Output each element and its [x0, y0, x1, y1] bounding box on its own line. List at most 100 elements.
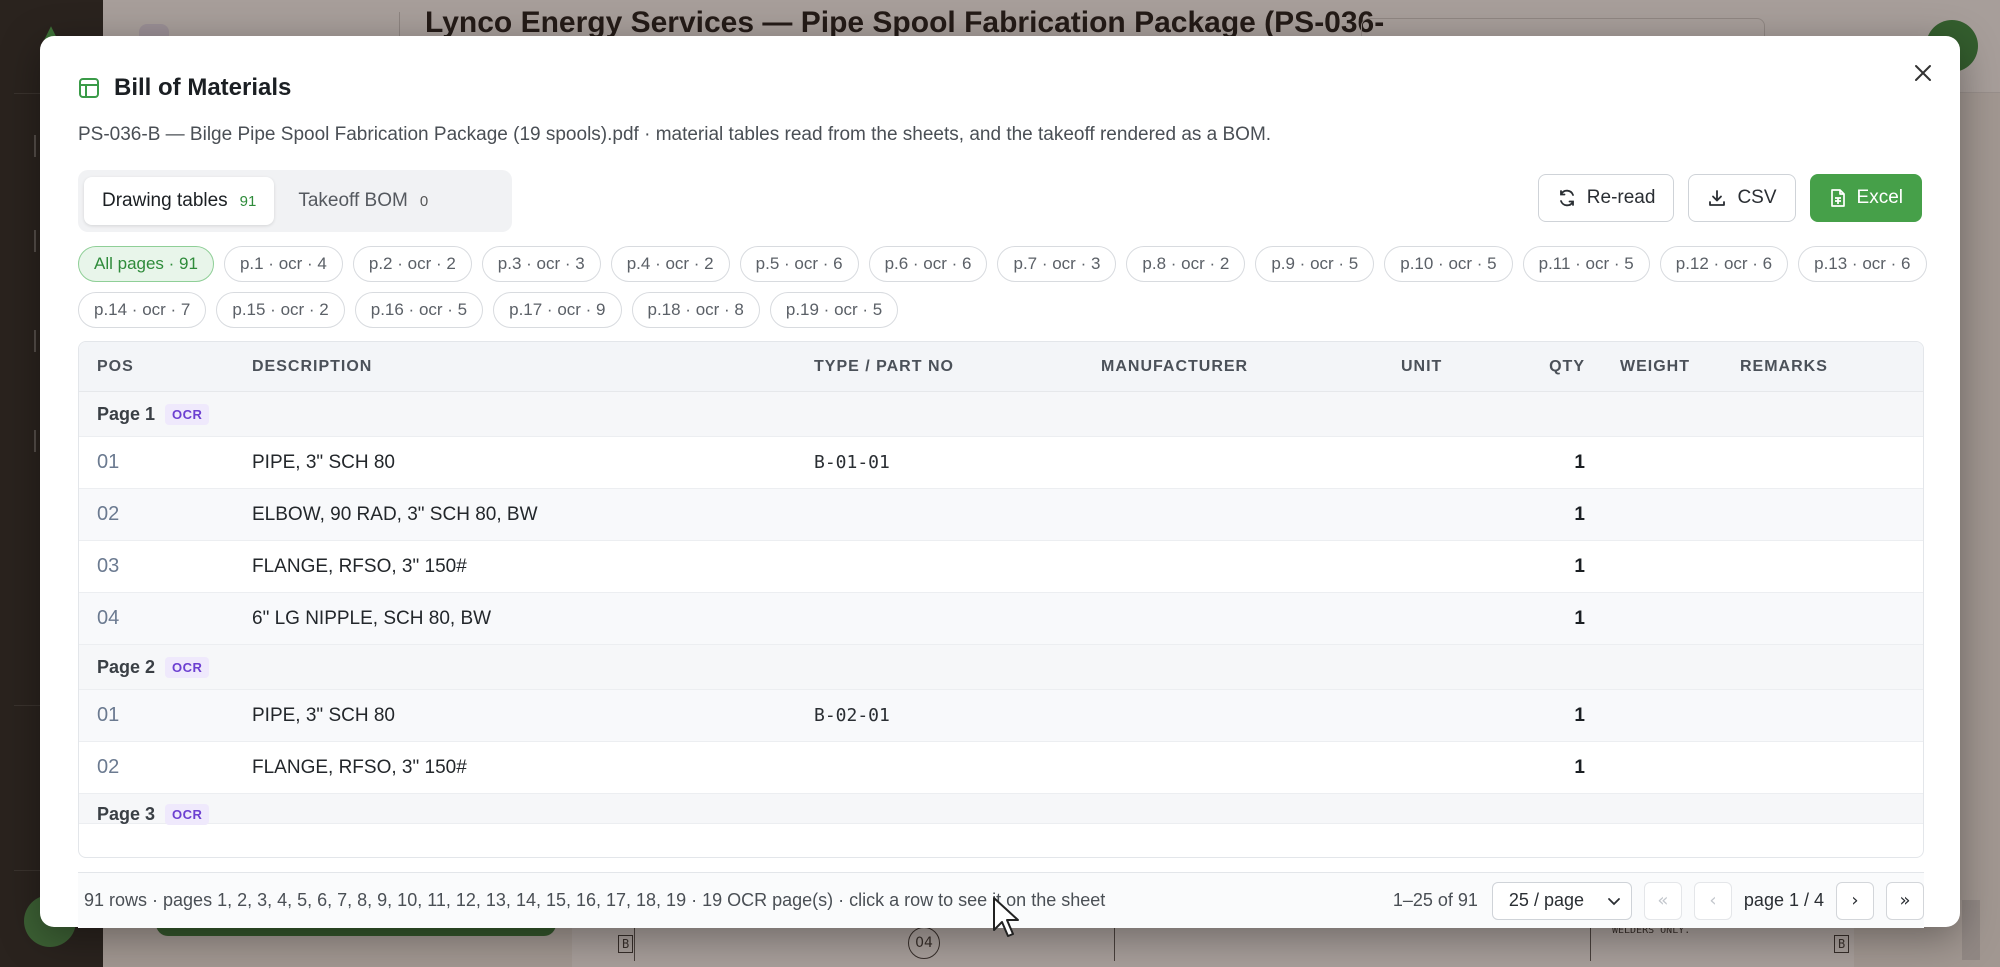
action-buttons: Re-read CSV Excel	[1537, 174, 1922, 222]
chip-page[interactable]: p.13 · ocr · 6	[1798, 246, 1927, 282]
table-row[interactable]: 03 FLANGE, RFSO, 3" 150# 1	[79, 541, 1923, 593]
row-range: 1–25 of 91	[1392, 890, 1478, 910]
next-page-button[interactable]: ›	[1836, 881, 1874, 920]
cell-qty: 1	[1574, 704, 1585, 726]
csv-label: CSV	[1737, 187, 1777, 208]
cell-pos: 02	[97, 503, 120, 525]
table-row[interactable]: 02 FLANGE, RFSO, 3" 150# 1	[79, 742, 1923, 794]
column-header-weight[interactable]: WEIGHT	[1620, 358, 1690, 376]
table-icon	[79, 78, 99, 98]
prev-page-button[interactable]: ‹	[1693, 881, 1732, 920]
chip-page[interactable]: p.4 · ocr · 2	[610, 246, 730, 282]
group-title: Page 3	[97, 804, 156, 824]
chip-page[interactable]: p.5 · ocr · 6	[739, 246, 859, 282]
chip-page[interactable]: p.1 · ocr · 4	[223, 246, 343, 282]
tab-count-badge: 91	[239, 192, 257, 210]
tab-label: Takeoff BOM	[298, 190, 408, 211]
csv-export-button[interactable]: CSV	[1688, 174, 1796, 222]
cell-part-no: B-02-01	[814, 705, 890, 726]
chip-page[interactable]: p.17 · ocr · 9	[493, 292, 622, 328]
bom-table[interactable]: POS DESCRIPTION TYPE / PART NO MANUFACTU…	[78, 341, 1924, 858]
cell-qty: 1	[1574, 607, 1585, 629]
cell-description: PIPE, 3" SCH 80	[252, 704, 395, 726]
cell-pos: 04	[97, 607, 120, 629]
close-icon	[1915, 65, 1931, 81]
group-label: Page 2 OCR	[97, 656, 210, 678]
pagination: 1–25 of 91 25 / page « ‹ page 1 / 4 › »	[1392, 881, 1924, 920]
cell-description: ELBOW, 90 RAD, 3" SCH 80, BW	[252, 503, 538, 525]
cell-pos: 03	[97, 555, 120, 577]
group-header-page-2: Page 2 OCR	[79, 645, 1923, 690]
chip-page[interactable]: p.6 · ocr · 6	[868, 246, 988, 282]
cell-qty: 1	[1574, 451, 1585, 473]
spreadsheet-file-icon	[1830, 189, 1845, 207]
chip-page[interactable]: p.14 · ocr · 7	[78, 292, 207, 328]
cell-pos: 01	[97, 451, 120, 473]
tab-takeoff-bom[interactable]: Takeoff BOM 0	[280, 177, 446, 225]
cell-description: FLANGE, RFSO, 3" 150#	[252, 756, 467, 778]
chip-page[interactable]: p.8 · ocr · 2	[1126, 246, 1246, 282]
group-header-page-3: Page 3 OCR	[79, 794, 1923, 825]
table-row[interactable]: 04 6" LG NIPPLE, SCH 80, BW 1	[79, 593, 1923, 645]
group-label: Page 1 OCR	[97, 403, 210, 425]
chip-page[interactable]: p.10 · ocr · 5	[1384, 246, 1513, 282]
modal-subtitle: PS-036-B — Bilge Pipe Spool Fabrication …	[78, 124, 1272, 145]
column-header-manufacturer[interactable]: MANUFACTURER	[1101, 358, 1248, 376]
refresh-icon	[1559, 189, 1574, 207]
cell-qty: 1	[1574, 503, 1585, 525]
chip-page[interactable]: p.18 · ocr · 8	[631, 292, 760, 328]
reread-button[interactable]: Re-read	[1537, 174, 1675, 222]
bom-tabs: Drawing tables 91 Takeoff BOM 0	[78, 170, 512, 232]
table-row[interactable]: 02 ELBOW, 90 RAD, 3" SCH 80, BW 1	[79, 489, 1923, 541]
chip-page[interactable]: p.2 · ocr · 2	[352, 246, 472, 282]
rows-summary: 91 rows · pages 1, 2, 3, 4, 5, 6, 7, 8, …	[84, 890, 1106, 910]
modal-title: Bill of Materials	[114, 74, 292, 101]
page-filter-chips: All pages · 91 p.1 · ocr · 4 p.2 · ocr ·…	[78, 246, 1928, 328]
chip-all-pages[interactable]: All pages · 91	[78, 246, 214, 282]
chip-page[interactable]: p.9 · ocr · 5	[1255, 246, 1375, 282]
chip-page[interactable]: p.19 · ocr · 5	[769, 292, 899, 328]
column-header-type[interactable]: TYPE / PART NO	[814, 358, 954, 376]
chip-page[interactable]: p.11 · ocr · 5	[1522, 246, 1650, 282]
cell-description: 6" LG NIPPLE, SCH 80, BW	[252, 607, 492, 629]
per-page-value: 25 / page	[1508, 890, 1584, 910]
cell-pos: 01	[97, 704, 120, 726]
chip-page[interactable]: p.12 · ocr · 6	[1659, 246, 1789, 282]
chevron-down-icon	[1608, 897, 1620, 905]
close-button[interactable]	[1908, 58, 1938, 88]
ocr-badge: OCR	[165, 403, 210, 425]
last-page-button[interactable]: »	[1886, 881, 1924, 920]
column-header-unit[interactable]: UNIT	[1401, 358, 1442, 376]
excel-label: Excel	[1856, 187, 1903, 208]
reread-label: Re-read	[1586, 187, 1656, 208]
per-page-select[interactable]: 25 / page	[1491, 881, 1632, 920]
column-header-description[interactable]: DESCRIPTION	[252, 358, 372, 376]
table-row[interactable]: 01 PIPE, 3" SCH 80 B-01-01 1	[79, 437, 1923, 489]
group-label: Page 3 OCR	[97, 804, 210, 825]
bom-modal: Bill of Materials PS-036-B — Bilge Pipe …	[40, 36, 1960, 928]
column-header-pos[interactable]: POS	[97, 358, 134, 376]
chip-page[interactable]: p.3 · ocr · 3	[481, 246, 601, 282]
column-header-remarks[interactable]: REMARKS	[1740, 358, 1828, 376]
tab-label: Drawing tables	[102, 190, 228, 211]
download-icon	[1709, 190, 1726, 206]
excel-export-button[interactable]: Excel	[1809, 174, 1922, 222]
chip-page[interactable]: p.15 · ocr · 2	[216, 292, 345, 328]
group-title: Page 2	[97, 656, 156, 677]
group-title: Page 1	[97, 403, 156, 424]
column-header-qty[interactable]: QTY	[1549, 358, 1585, 376]
cell-description: FLANGE, RFSO, 3" 150#	[252, 555, 467, 577]
chip-page[interactable]: p.7 · ocr · 3	[997, 246, 1117, 282]
modal-header: Bill of Materials	[78, 74, 291, 102]
table-header: POS DESCRIPTION TYPE / PART NO MANUFACTU…	[79, 342, 1923, 392]
group-header-page-1: Page 1 OCR	[79, 392, 1923, 437]
ocr-badge: OCR	[165, 656, 210, 678]
chip-page[interactable]: p.16 · ocr · 5	[354, 292, 484, 328]
first-page-button[interactable]: «	[1643, 881, 1682, 920]
tab-drawing-tables[interactable]: Drawing tables 91	[84, 177, 275, 225]
mouse-cursor-icon	[993, 897, 1019, 937]
cell-pos: 02	[97, 756, 120, 778]
cell-qty: 1	[1574, 555, 1585, 577]
page-indicator: page 1 / 4	[1743, 890, 1824, 910]
table-row[interactable]: 01 PIPE, 3" SCH 80 B-02-01 1	[79, 690, 1923, 742]
